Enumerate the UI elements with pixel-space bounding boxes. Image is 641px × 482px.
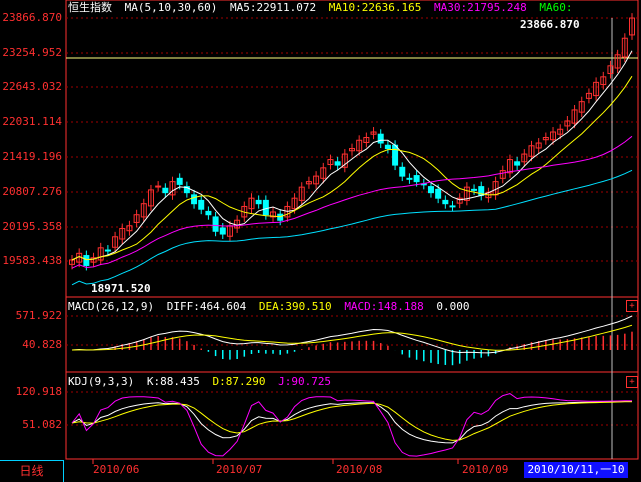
kdj-expand-button[interactable]: + — [626, 376, 638, 388]
candle-body — [377, 133, 384, 144]
macd-y-tick: 40.828 — [22, 338, 62, 351]
cursor-date-label: 2010/10/11,一10 — [524, 462, 628, 478]
ma5-value: MA5:22911.072 — [229, 1, 317, 14]
macd-y-tick: 571.922 — [15, 309, 62, 322]
main-header: 恒生指数 MA(5,10,30,60) MA5:22911.072 MA10:2… — [68, 0, 579, 16]
candle-body — [205, 210, 212, 216]
candle-body — [413, 175, 420, 183]
candle-body — [277, 213, 284, 221]
x-tick: 2010/07 — [216, 463, 263, 476]
candle-body — [471, 188, 478, 191]
ma-params[interactable]: MA(5,10,30,60) — [125, 1, 218, 14]
y-tick: 23866.870 — [2, 11, 62, 24]
candle-body — [212, 216, 219, 232]
diff-value: DIFF:464.604 — [166, 300, 247, 313]
candle-body — [219, 227, 226, 235]
y-tick: 20807.276 — [2, 185, 62, 198]
candle-body — [435, 188, 442, 199]
macd-plot — [71, 315, 633, 366]
kdj-header: KDJ(9,3,3) K:88.435 D:87.290 J:90.725 — [68, 374, 337, 390]
candle-body — [155, 185, 162, 188]
kdj-title[interactable]: KDJ(9,3,3) — [68, 375, 134, 388]
candle-body — [384, 144, 391, 150]
macd-value: MACD:148.188 — [344, 300, 424, 313]
candle-body — [392, 144, 399, 166]
y-tick: 20195.358 — [2, 220, 62, 233]
y-tick: 21419.196 — [2, 150, 62, 163]
frame — [65, 0, 639, 460]
candle-body — [83, 255, 90, 266]
d-value: D:87.290 — [212, 375, 266, 388]
candle-body — [442, 199, 449, 205]
ma-lines — [71, 50, 633, 286]
index-name: 恒生指数 — [68, 1, 112, 14]
x-tick: 2010/06 — [93, 463, 140, 476]
candle-body — [162, 187, 169, 194]
period-button[interactable]: 日线 — [0, 460, 64, 482]
candle-body — [191, 194, 198, 205]
x-tick: 2010/08 — [336, 463, 383, 476]
chart-canvas — [65, 0, 639, 464]
kdj-y-tick: 51.082 — [22, 418, 62, 431]
y-tick: 22031.114 — [2, 115, 62, 128]
candle-body — [449, 205, 456, 208]
macd-expand-button[interactable]: + — [626, 300, 638, 312]
candle-body — [334, 161, 341, 166]
ma60-value: MA60: — [539, 1, 573, 14]
y-tick: 19583.438 — [2, 254, 62, 267]
ma30-line — [71, 135, 633, 269]
cursor-date-tail: 10 — [611, 463, 625, 476]
ma10-line — [71, 75, 633, 261]
candle-body — [399, 166, 406, 177]
macd-header: MACD(26,12,9) DIFF:464.604 DEA:390.510 M… — [68, 299, 476, 315]
dea-value: DEA:390.510 — [258, 300, 332, 313]
candle-body — [262, 199, 269, 216]
candles — [69, 13, 635, 271]
x-tick: 2010/09 — [462, 463, 509, 476]
ma30-value: MA30:21795.248 — [434, 1, 527, 14]
kdj-y-tick: 120.918 — [15, 385, 62, 398]
zero-value: 0.000 — [436, 300, 470, 313]
y-tick: 22643.032 — [2, 80, 62, 93]
k-line — [71, 400, 633, 444]
y-tick: 23254.952 — [2, 46, 62, 59]
ma10-value: MA10:22636.165 — [328, 1, 422, 14]
candle-body — [176, 177, 183, 185]
grid — [65, 0, 639, 464]
macd-title[interactable]: MACD(26,12,9) — [68, 300, 154, 313]
candle-body — [514, 161, 521, 166]
high-marker: 23866.870 — [520, 18, 580, 31]
k-value: K:88.435 — [146, 375, 200, 388]
candle-body — [406, 177, 413, 180]
candle-body — [255, 199, 262, 205]
j-value: J:90.725 — [278, 375, 332, 388]
d-line — [71, 401, 633, 441]
candle-body — [104, 249, 111, 252]
cursor-date: 2010/10/11,一 — [527, 463, 612, 476]
candle-body — [427, 186, 434, 194]
low-marker: 18971.520 — [91, 282, 151, 295]
candle-body — [198, 199, 205, 210]
